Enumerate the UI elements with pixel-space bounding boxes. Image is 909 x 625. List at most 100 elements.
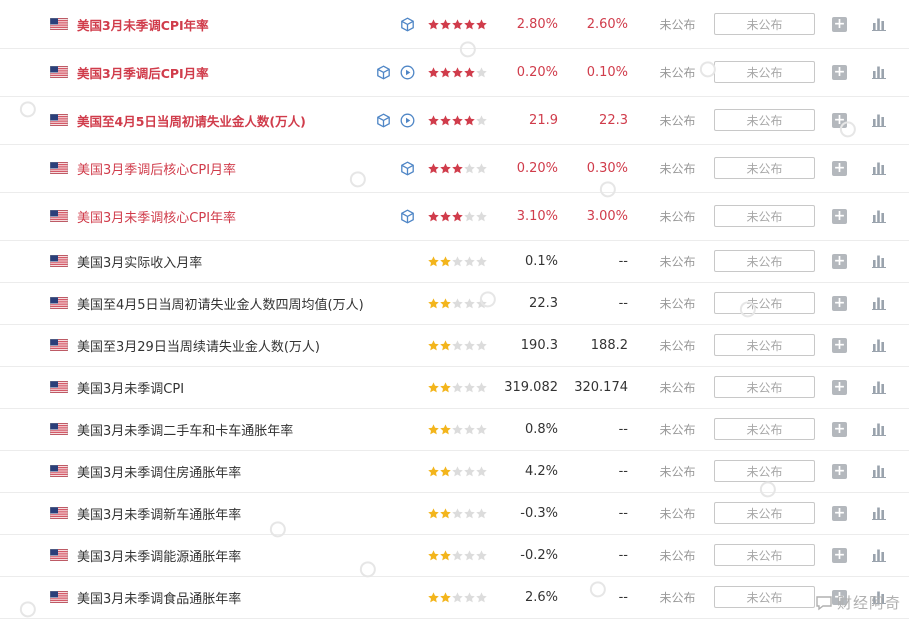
bar-chart-icon[interactable]: [872, 338, 886, 352]
chart-cell: [872, 192, 888, 240]
add-cell: +: [832, 0, 848, 48]
indicator-name[interactable]: 美国至4月5日当周初请失业金人数四周均值(万人): [77, 294, 364, 313]
add-button[interactable]: +: [832, 208, 847, 224]
actual-value-box[interactable]: 未公布: [714, 460, 815, 482]
add-button[interactable]: +: [832, 160, 847, 176]
add-button[interactable]: +: [832, 64, 847, 80]
bar-chart-icon[interactable]: [872, 464, 886, 478]
indicator-cell: 美国3月未季调核心CPI年率: [77, 192, 367, 240]
add-button[interactable]: +: [832, 16, 847, 32]
actual-value-box[interactable]: 未公布: [714, 418, 815, 440]
bar-chart-icon[interactable]: [872, 113, 886, 127]
indicator-name[interactable]: 美国3月未季调CPI年率: [77, 15, 209, 34]
indicator-name[interactable]: 美国3月未季调核心CPI年率: [77, 207, 236, 226]
previous-value: 0.20%: [516, 160, 558, 176]
star-empty-icon: [464, 507, 475, 518]
add-button[interactable]: +: [832, 463, 847, 479]
bar-chart-icon[interactable]: [872, 548, 886, 562]
star-filled-icon: [428, 339, 439, 350]
icons-cell: [360, 144, 415, 192]
add-button[interactable]: +: [832, 379, 847, 395]
add-button[interactable]: +: [832, 295, 847, 311]
indicator-cell: 美国3月实际收入月率: [77, 240, 367, 282]
add-cell: +: [832, 192, 848, 240]
previous-value: 0.20%: [516, 64, 558, 80]
add-button[interactable]: +: [832, 505, 847, 521]
actual-value-box[interactable]: 未公布: [714, 544, 815, 566]
indicator-name[interactable]: 美国至3月29日当周续请失业金人数(万人): [77, 336, 320, 355]
actual-value-box[interactable]: 未公布: [714, 292, 815, 314]
indicator-cell: 美国3月未季调CPI: [77, 366, 367, 408]
add-button[interactable]: +: [832, 112, 847, 128]
table-row: 美国3月未季调能源通胀年率 -0.2% -- 未公布 未公布 +: [0, 534, 909, 577]
bar-chart-icon[interactable]: [872, 296, 886, 310]
chart-cell: [872, 48, 888, 96]
actual-value-box[interactable]: 未公布: [714, 586, 815, 608]
star-empty-icon: [476, 114, 487, 125]
actual-value-box[interactable]: 未公布: [714, 334, 815, 356]
actual-value-box[interactable]: 未公布: [714, 250, 815, 272]
us-flag-icon: [50, 465, 68, 477]
bar-chart-icon[interactable]: [872, 65, 886, 79]
indicator-name[interactable]: 美国3月季调后CPI月率: [77, 63, 209, 82]
forecast-value: 2.60%: [586, 16, 628, 32]
forecast-cell: --: [560, 450, 628, 492]
add-button[interactable]: +: [832, 337, 847, 353]
star-empty-icon: [476, 381, 487, 392]
star-filled-icon: [440, 423, 451, 434]
previous-cell: 21.9: [490, 96, 558, 144]
star-filled-icon: [440, 507, 451, 518]
status-cell: 未公布: [655, 240, 700, 282]
bar-chart-icon[interactable]: [872, 209, 886, 223]
actual-value-box[interactable]: 未公布: [714, 61, 815, 83]
actual-value-box[interactable]: 未公布: [714, 205, 815, 227]
indicator-name[interactable]: 美国3月未季调能源通胀年率: [77, 546, 241, 565]
play-icon[interactable]: [400, 65, 415, 80]
chart-cell: [872, 0, 888, 48]
indicator-name[interactable]: 美国3月未季调食品通胀年率: [77, 588, 241, 607]
flag-cell: [50, 0, 70, 48]
cube-icon[interactable]: [400, 160, 415, 176]
us-flag-icon: [50, 423, 68, 435]
forecast-cell: 320.174: [560, 366, 628, 408]
actual-value-box[interactable]: 未公布: [714, 157, 815, 179]
play-icon[interactable]: [400, 113, 415, 128]
bar-chart-icon[interactable]: [872, 422, 886, 436]
actual-cell: 未公布: [714, 534, 815, 576]
bar-chart-icon[interactable]: [872, 254, 886, 268]
indicator-name[interactable]: 美国至4月5日当周初请失业金人数(万人): [77, 111, 306, 130]
indicator-name[interactable]: 美国3月未季调住房通胀年率: [77, 462, 241, 481]
star-empty-icon: [476, 339, 487, 350]
actual-value-box[interactable]: 未公布: [714, 13, 815, 35]
cube-icon[interactable]: [376, 64, 391, 80]
add-button[interactable]: +: [832, 421, 847, 437]
icons-cell: [360, 408, 415, 450]
indicator-name[interactable]: 美国3月未季调新车通胀年率: [77, 504, 241, 523]
chart-cell: [872, 96, 888, 144]
actual-value-box[interactable]: 未公布: [714, 376, 815, 398]
add-button[interactable]: +: [832, 253, 847, 269]
importance-stars: [428, 366, 498, 408]
previous-cell: 0.20%: [490, 144, 558, 192]
actual-cell: 未公布: [714, 240, 815, 282]
cube-icon[interactable]: [400, 208, 415, 224]
us-flag-icon: [50, 18, 68, 30]
cube-icon[interactable]: [400, 16, 415, 32]
star-empty-icon: [476, 162, 487, 173]
actual-value-box[interactable]: 未公布: [714, 109, 815, 131]
bar-chart-icon[interactable]: [872, 17, 886, 31]
cube-icon[interactable]: [376, 112, 391, 128]
flag-cell: [50, 282, 70, 324]
bar-chart-icon[interactable]: [872, 506, 886, 520]
add-button[interactable]: +: [832, 547, 847, 563]
indicator-name[interactable]: 美国3月实际收入月率: [77, 252, 202, 271]
indicator-name[interactable]: 美国3月未季调二手车和卡车通胀年率: [77, 420, 293, 439]
importance-stars: [428, 96, 498, 144]
us-flag-icon: [50, 162, 68, 174]
bar-chart-icon[interactable]: [872, 161, 886, 175]
indicator-name[interactable]: 美国3月未季调CPI: [77, 378, 184, 397]
indicator-name[interactable]: 美国3月季调后核心CPI月率: [77, 159, 236, 178]
bar-chart-icon[interactable]: [872, 380, 886, 394]
actual-value-box[interactable]: 未公布: [714, 502, 815, 524]
add-cell: +: [832, 48, 848, 96]
